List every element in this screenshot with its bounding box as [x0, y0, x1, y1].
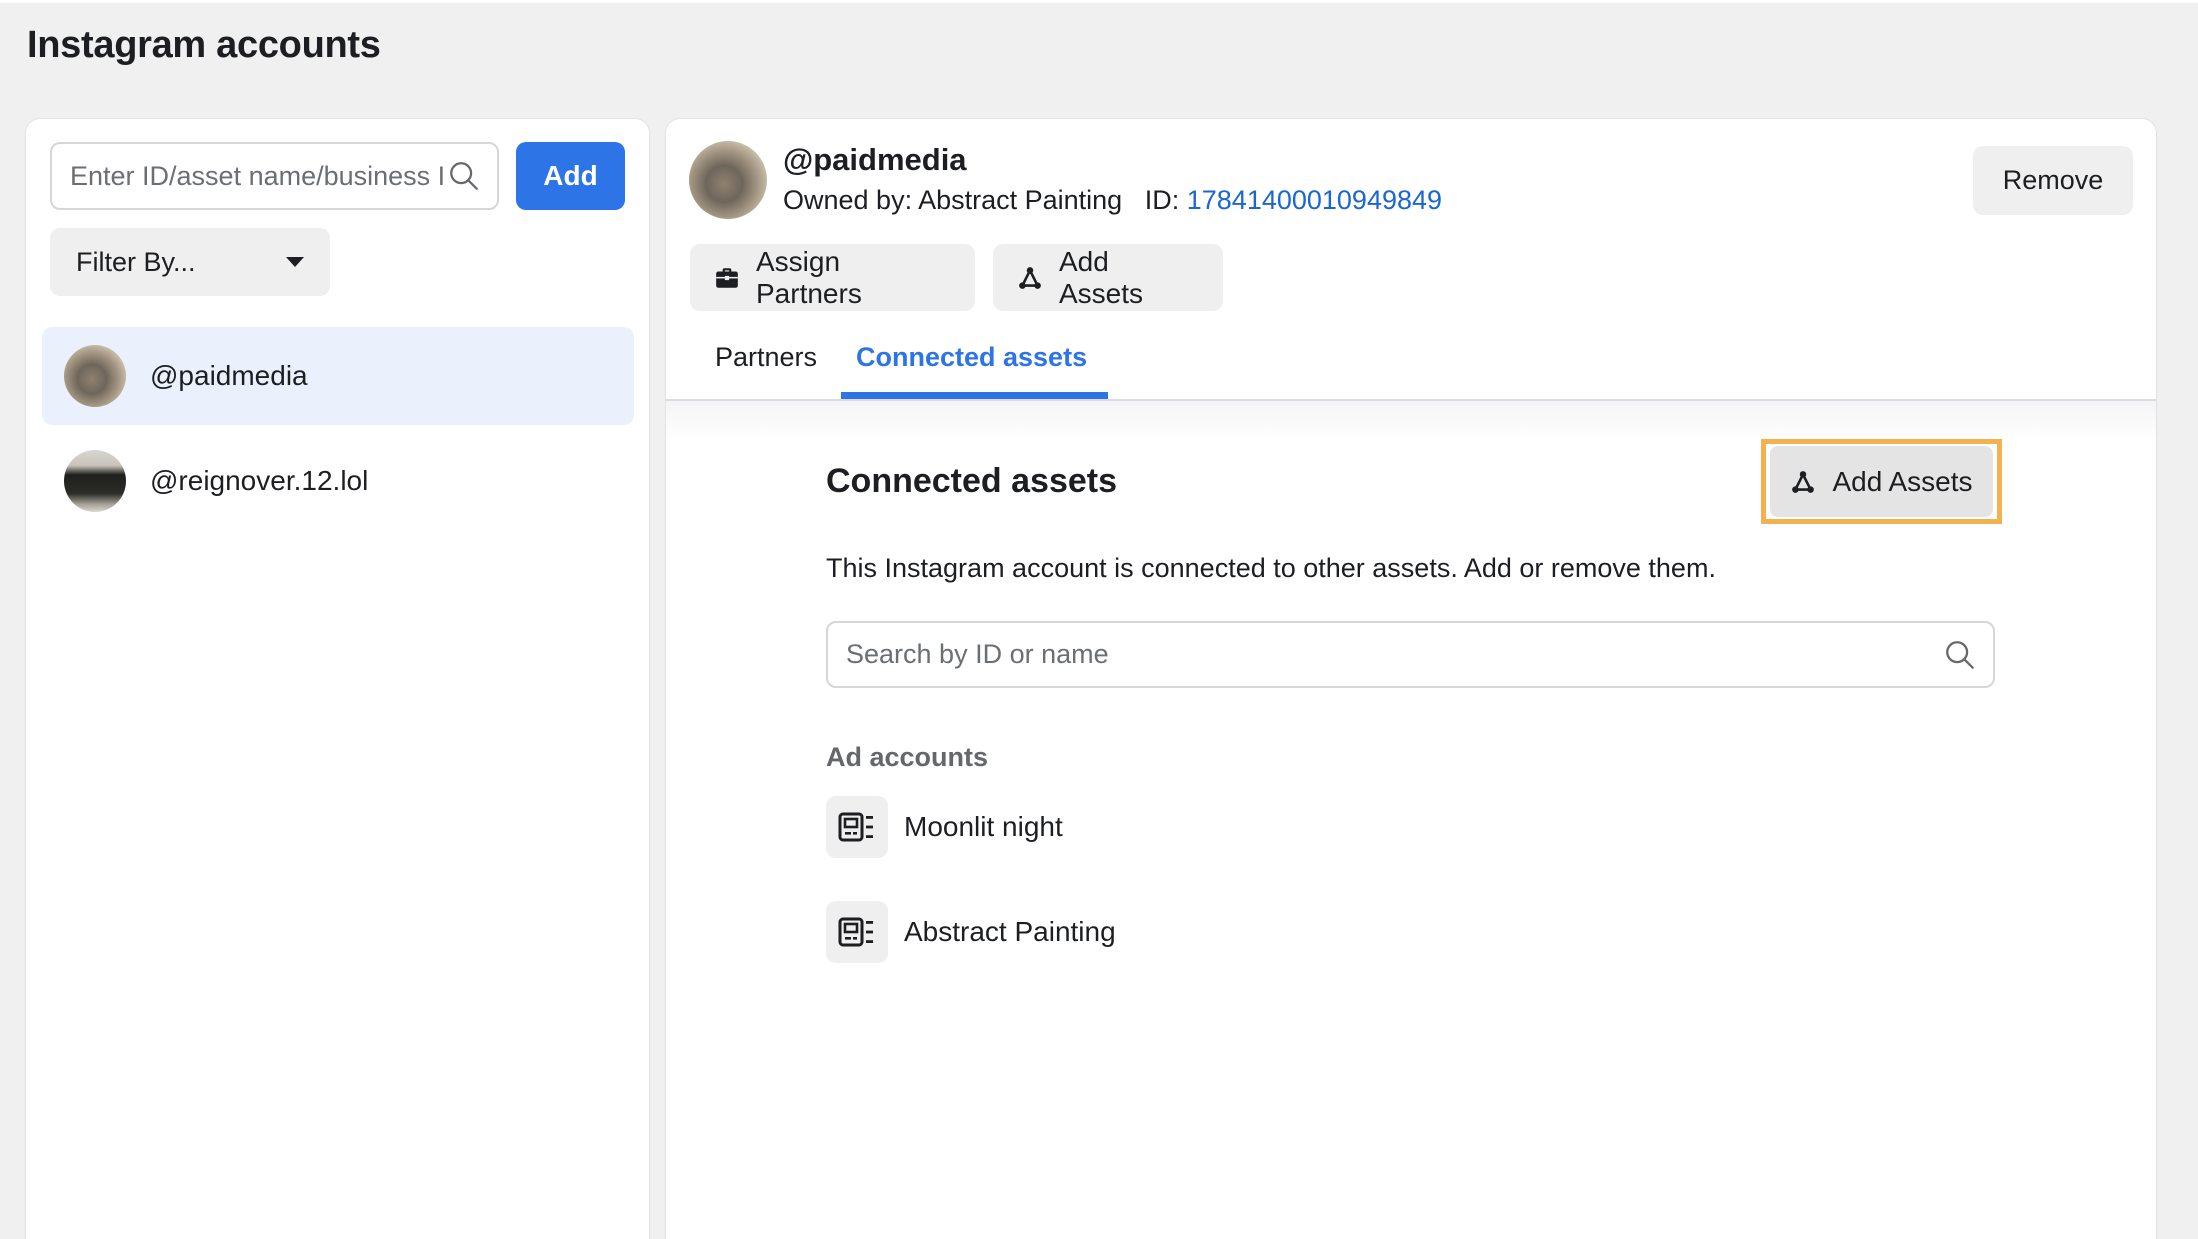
- connected-assets-description: This Instagram account is connected to o…: [826, 553, 1716, 583]
- top-strip: [0, 0, 2198, 3]
- account-detail-panel: @paidmedia Owned by: Abstract Painting I…: [666, 119, 2156, 1239]
- asset-network-icon: [1019, 266, 1041, 289]
- asset-list-item[interactable]: Moonlit night: [826, 796, 1063, 858]
- account-handle: @paidmedia: [150, 360, 308, 391]
- asset-name: Abstract Painting: [904, 916, 1116, 947]
- owned-by-label: Owned by:: [783, 185, 913, 215]
- asset-search-field[interactable]: [826, 621, 1995, 688]
- search-icon: [1946, 640, 1974, 669]
- page-title: Instagram accounts: [27, 24, 381, 66]
- tabs-shadow: [666, 401, 2156, 441]
- asset-list-item[interactable]: Abstract Painting: [826, 901, 1116, 963]
- ad-account-icon: [826, 901, 888, 963]
- add-assets-label: Add Assets: [1832, 465, 1973, 497]
- asset-network-icon: [1792, 470, 1815, 493]
- avatar: [64, 450, 126, 512]
- assign-partners-button[interactable]: Assign Partners: [690, 244, 975, 311]
- assign-partners-label: Assign Partners: [756, 245, 862, 309]
- add-account-button[interactable]: Add: [516, 142, 625, 210]
- tab-connected-assets[interactable]: Connected assets: [856, 342, 1087, 373]
- connected-assets-heading: Connected assets: [826, 462, 1117, 500]
- account-owner-line: Owned by: Abstract Painting ID: 17841400…: [783, 185, 1442, 216]
- search-icon: [450, 162, 478, 190]
- briefcase-icon: [716, 267, 738, 288]
- remove-button[interactable]: Remove: [1973, 146, 2133, 215]
- account-handle: @reignover.12.lol: [150, 465, 369, 496]
- tab-partners[interactable]: Partners: [715, 342, 817, 373]
- account-search-field[interactable]: [50, 142, 499, 210]
- account-list-item[interactable]: @reignover.12.lol: [42, 432, 634, 530]
- accounts-list-panel: Add Filter By... @paidmedia @reignover.1…: [26, 119, 649, 1239]
- highlight-outline: Add Assets: [1761, 439, 2002, 524]
- add-assets-button[interactable]: Add Assets: [1770, 446, 1993, 517]
- account-id-link[interactable]: 17841400010949849: [1187, 185, 1442, 215]
- avatar: [64, 345, 126, 407]
- id-label: ID:: [1144, 185, 1180, 215]
- add-assets-label: Add Assets: [1059, 245, 1144, 309]
- filter-by-dropdown[interactable]: Filter By...: [50, 228, 330, 296]
- account-avatar: [689, 141, 767, 219]
- caret-down-icon: [286, 257, 304, 267]
- filter-by-label: Filter By...: [76, 246, 196, 277]
- account-search-input[interactable]: [70, 160, 447, 192]
- ad-account-icon: [826, 796, 888, 858]
- account-handle-title: @paidmedia: [783, 142, 967, 177]
- asset-name: Moonlit night: [904, 811, 1063, 842]
- add-assets-header-button[interactable]: Add Assets: [993, 244, 1223, 311]
- active-tab-indicator: [841, 392, 1108, 399]
- ad-accounts-heading: Ad accounts: [826, 742, 989, 772]
- account-list-item[interactable]: @paidmedia: [42, 327, 634, 425]
- owner-name: Abstract Painting: [918, 185, 1123, 215]
- asset-search-input[interactable]: [846, 639, 1943, 670]
